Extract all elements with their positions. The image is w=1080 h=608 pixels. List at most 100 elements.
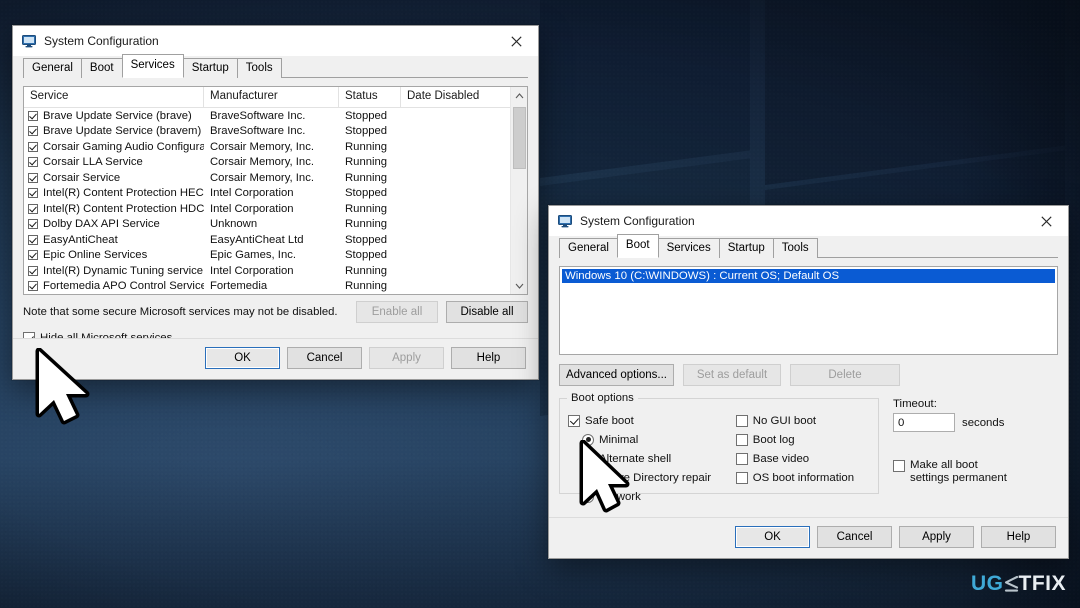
tab-general[interactable]: General — [23, 58, 82, 78]
service-checkbox[interactable] — [28, 219, 38, 230]
service-checkbox[interactable] — [28, 281, 38, 292]
close-icon[interactable] — [494, 26, 538, 56]
os-boot-information-row[interactable]: OS boot information — [735, 468, 870, 487]
cell-manufacturer: Fortemedia — [210, 280, 268, 293]
tab-startup[interactable]: Startup — [182, 58, 238, 78]
service-checkbox[interactable] — [28, 250, 38, 261]
services-titlebar[interactable]: System Configuration — [13, 26, 538, 56]
service-checkbox[interactable] — [28, 157, 38, 168]
column-header-status[interactable]: Status — [339, 87, 401, 107]
ugetfix-watermark: UG TFIX — [971, 572, 1066, 596]
service-checkbox[interactable] — [28, 265, 38, 276]
cell-status: Stopped — [345, 109, 388, 122]
delete-button[interactable]: Delete — [790, 364, 900, 386]
close-icon[interactable] — [1024, 206, 1068, 236]
cell-service: Brave Update Service (brave) — [24, 110, 204, 122]
scroll-down-icon[interactable] — [511, 277, 527, 294]
timeout-input[interactable]: 0 — [893, 413, 955, 432]
scrollbar-thumb[interactable] — [513, 107, 526, 169]
services-vertical-scrollbar[interactable] — [510, 87, 527, 294]
boot-os-listview[interactable]: Windows 10 (C:\WINDOWS) : Current OS; De… — [559, 266, 1058, 355]
help-button[interactable]: Help — [451, 347, 526, 369]
apply-button[interactable]: Apply — [369, 347, 444, 369]
no-gui-boot-checkbox[interactable] — [735, 414, 748, 427]
base-video-row[interactable]: Base video — [735, 449, 870, 468]
table-row[interactable]: Dolby DAX API Service Unknown Running — [24, 217, 527, 233]
service-checkbox[interactable] — [28, 126, 38, 137]
cancel-button[interactable]: Cancel — [287, 347, 362, 369]
service-checkbox[interactable] — [28, 141, 38, 152]
boot-tabstrip[interactable]: General Boot Services Startup Tools — [549, 234, 1068, 258]
table-row[interactable]: Brave Update Service (bravem) BraveSoftwa… — [24, 124, 527, 140]
safe-boot-checkbox[interactable] — [568, 414, 580, 427]
service-checkbox[interactable] — [28, 110, 38, 121]
base-video-checkbox[interactable] — [735, 452, 748, 465]
table-row[interactable]: Corsair LLA Service Corsair Memory, Inc. R… — [24, 155, 527, 171]
alternate-shell-label: Alternate shell — [599, 452, 672, 465]
make-permanent-checkbox[interactable] — [893, 460, 905, 472]
scroll-up-icon[interactable] — [511, 87, 527, 104]
table-row[interactable]: Corsair Gaming Audio Configurat... Corsai… — [24, 139, 527, 155]
tab-tools[interactable]: Tools — [772, 238, 818, 258]
table-row[interactable]: Intel(R) Content Protection HEC... Intel … — [24, 186, 527, 202]
cell-service: Epic Online Services — [24, 249, 204, 261]
network-radio[interactable] — [582, 490, 594, 503]
tab-services[interactable]: Services — [121, 54, 184, 78]
table-row[interactable]: Epic Online Services Epic Games, Inc. Stop… — [24, 248, 527, 264]
advanced-options-button[interactable]: Advanced options... — [559, 364, 674, 386]
boot-titlebar[interactable]: System Configuration — [549, 206, 1068, 236]
service-checkbox[interactable] — [28, 172, 38, 183]
boot-log-label: Boot log — [752, 433, 795, 446]
service-checkbox[interactable] — [28, 234, 38, 245]
table-row[interactable]: Intel(R) Dynamic Tuning service Intel Cor… — [24, 263, 527, 279]
cancel-button[interactable]: Cancel — [817, 526, 892, 548]
boot-log-row[interactable]: Boot log — [735, 430, 870, 449]
safe-boot-row[interactable]: Safe boot — [568, 411, 736, 430]
tab-boot[interactable]: Boot — [616, 234, 659, 258]
column-header-manufacturer[interactable]: Manufacturer — [204, 87, 339, 107]
active-directory-repair-radio[interactable] — [582, 471, 594, 484]
make-permanent-row[interactable]: Make all boot settings permanent — [893, 459, 1043, 485]
tab-startup[interactable]: Startup — [718, 238, 774, 258]
ok-button[interactable]: OK — [205, 347, 280, 369]
watermark-part-1: UG — [971, 572, 1004, 595]
tab-services[interactable]: Services — [657, 238, 720, 258]
cell-service: Dolby DAX API Service — [24, 218, 204, 230]
no-gui-boot-row[interactable]: No GUI boot — [735, 411, 870, 430]
set-as-default-button[interactable]: Set as default — [683, 364, 781, 386]
help-button[interactable]: Help — [981, 526, 1056, 548]
os-boot-information-checkbox[interactable] — [735, 471, 748, 484]
disable-all-button[interactable]: Disable all — [446, 301, 528, 323]
safe-boot-mode-alternate-shell[interactable]: Alternate shell — [568, 449, 736, 468]
table-row[interactable]: Intel(R) Content Protection HDC... Intel … — [24, 201, 527, 217]
boot-log-checkbox[interactable] — [735, 433, 748, 446]
enable-all-button[interactable]: Enable all — [356, 301, 438, 323]
column-header-date-disabled[interactable]: Date Disabled — [401, 87, 511, 107]
services-listview[interactable]: Service Manufacturer Status Date Disable… — [23, 86, 528, 295]
service-checkbox[interactable] — [28, 203, 38, 214]
column-header-service[interactable]: Service — [24, 87, 204, 107]
tab-general[interactable]: General — [559, 238, 618, 258]
table-row[interactable]: Brave Update Service (brave) BraveSoftwar… — [24, 108, 527, 124]
service-checkbox[interactable] — [28, 188, 38, 199]
system-configuration-boot-window[interactable]: System Configuration General Boot Servic… — [548, 205, 1069, 559]
tab-tools[interactable]: Tools — [236, 58, 282, 78]
safe-boot-mode-minimal[interactable]: Minimal — [568, 430, 736, 449]
ok-button[interactable]: OK — [735, 526, 810, 548]
cell-status: Running — [345, 202, 388, 215]
table-row[interactable]: Corsair Service Corsair Memory, Inc. Runni… — [24, 170, 527, 186]
table-row[interactable]: EasyAntiCheat EasyAntiCheat Ltd Stopped — [24, 232, 527, 248]
services-rows[interactable]: Brave Update Service (brave) BraveSoftwar… — [24, 108, 527, 294]
services-tabstrip[interactable]: General Boot Services Startup Tools — [13, 54, 538, 78]
table-row[interactable]: Fortemedia APO Control Service Fortemedia… — [24, 279, 527, 295]
cell-manufacturer: Corsair Memory, Inc. — [210, 140, 314, 153]
cell-manufacturer: BraveSoftware Inc. — [210, 125, 306, 138]
safe-boot-mode-active-directory-repair[interactable]: Active Directory repair — [568, 468, 736, 487]
os-entry-item[interactable]: Windows 10 (C:\WINDOWS) : Current OS; De… — [562, 269, 1055, 283]
apply-button[interactable]: Apply — [899, 526, 974, 548]
safe-boot-mode-network[interactable]: Network — [568, 487, 736, 506]
tab-boot[interactable]: Boot — [80, 58, 123, 78]
system-configuration-services-window[interactable]: System Configuration General Boot Servic… — [12, 25, 539, 380]
minimal-radio[interactable] — [582, 433, 594, 446]
alternate-shell-radio[interactable] — [582, 452, 594, 465]
